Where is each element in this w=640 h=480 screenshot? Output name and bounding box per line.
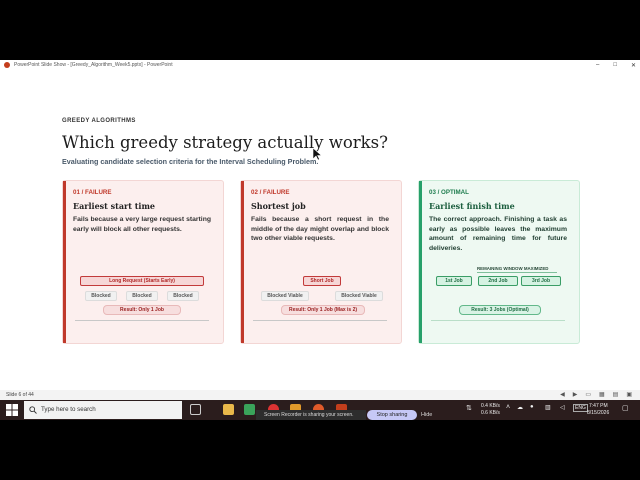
search-icon — [29, 406, 37, 414]
maximize-button[interactable]: □ — [613, 62, 617, 68]
recorder-text: Screen Recorder is sharing your screen. — [264, 412, 354, 418]
clock-time[interactable]: 7:47 PM — [589, 403, 608, 409]
card-body: The correct approach. Finishing a task a… — [429, 216, 567, 252]
slideshow-icon[interactable]: ▣ — [626, 391, 632, 398]
search-placeholder: Type here to search — [41, 406, 96, 413]
card-heading: Shortest job — [251, 201, 306, 211]
card-shortest-job: 02 / FAILURE Shortest job Fails because … — [240, 180, 402, 344]
card-accent-bar — [241, 181, 244, 343]
blocked-viable-job: Blocked Viable — [335, 291, 383, 301]
slide-eyebrow: GREEDY ALGORITHMS — [62, 118, 136, 124]
card-earliest-finish: 03 / OPTIMAL Earliest finish time The co… — [418, 180, 580, 344]
status-bar: Slide 6 of 44 ◀ ▶ ▭ ▦ ▤ ▣ — [0, 390, 640, 400]
next-slide-icon[interactable]: ▶ — [573, 391, 578, 398]
chevron-up-icon[interactable]: ˄ — [506, 404, 510, 411]
result-badge: Result: Only 1 Job — [103, 305, 181, 315]
microphone-icon[interactable]: ● — [530, 404, 534, 410]
window-title-bar: PowerPoint Slide Show - [Greedy_Algorith… — [0, 60, 640, 70]
card-tag: 02 / FAILURE — [251, 189, 290, 196]
result-badge: Result: Only 1 Job (Max is 2) — [281, 305, 365, 315]
hide-button[interactable]: Hide — [421, 410, 432, 420]
timeline-axis — [253, 320, 387, 321]
slide-indicator: Slide 6 of 44 — [6, 392, 34, 398]
blocked-viable-job: Blocked Viable — [261, 291, 309, 301]
card-heading: Earliest start time — [73, 201, 156, 211]
second-job: 2nd Job — [478, 276, 518, 286]
taskbar-search-box[interactable]: Type here to search — [24, 401, 182, 419]
network-speed-arrows-icon: ⇅ — [466, 405, 472, 412]
slide-subtitle: Evaluating candidate selection criteria … — [62, 157, 319, 166]
blocked-job: Blocked — [85, 291, 117, 301]
short-job: Short Job — [303, 276, 341, 286]
slide-title: Which greedy strategy actually works? — [62, 133, 388, 152]
file-explorer-icon[interactable] — [223, 404, 234, 415]
keyboard-language-icon[interactable]: ENG — [573, 404, 588, 412]
screen-recorder-banner: Screen Recorder is sharing your screen. — [256, 410, 366, 420]
first-job: 1st Job — [436, 276, 472, 286]
timeline-axis — [75, 320, 209, 321]
blocked-job: Blocked — [167, 291, 199, 301]
card-tag: 03 / OPTIMAL — [429, 189, 469, 196]
card-accent-bar — [63, 181, 66, 343]
card-accent-bar — [419, 181, 422, 343]
window-title: PowerPoint Slide Show - [Greedy_Algorith… — [14, 62, 173, 68]
slide-sorter-icon[interactable]: ▦ — [599, 391, 605, 398]
powerpoint-app-icon — [4, 62, 10, 68]
normal-view-icon[interactable]: ▭ — [585, 391, 591, 398]
notification-icon[interactable]: ▢ — [622, 404, 629, 412]
download-speed: 0.6 KB/s — [481, 410, 500, 416]
remaining-window-bracket — [477, 272, 557, 273]
onedrive-icon[interactable]: ☁ — [517, 404, 523, 411]
minimize-button[interactable]: – — [596, 62, 599, 68]
upload-speed: 0.4 KB/s — [481, 403, 500, 409]
task-view-icon[interactable] — [190, 404, 201, 415]
long-request-job: Long Request (Starts Early) — [80, 276, 204, 286]
clock-date[interactable]: 8/15/2026 — [587, 410, 609, 416]
result-badge: Result: 3 Jobs (Optimal) — [459, 305, 541, 315]
third-job: 3rd Job — [521, 276, 561, 286]
network-icon[interactable]: ▥ — [545, 404, 551, 411]
stop-sharing-button[interactable]: Stop sharing — [367, 410, 417, 420]
store-icon[interactable] — [244, 404, 255, 415]
card-body: Fails because a very large request start… — [73, 216, 211, 233]
volume-icon[interactable]: ◁ — [560, 404, 565, 411]
previous-slide-icon[interactable]: ◀ — [560, 391, 565, 398]
remaining-window-label: REMAINING WINDOW MAXIMIZED — [477, 266, 549, 271]
close-button[interactable]: ✕ — [631, 62, 636, 69]
card-tag: 01 / FAILURE — [73, 189, 112, 196]
slide: GREEDY ALGORITHMS Which greedy strategy … — [36, 70, 604, 390]
mouse-cursor-icon — [313, 148, 322, 161]
reading-view-icon[interactable]: ▤ — [613, 391, 619, 398]
card-earliest-start: 01 / FAILURE Earliest start time Fails b… — [62, 180, 224, 344]
windows-start-icon[interactable] — [6, 404, 18, 416]
timeline-axis — [431, 320, 565, 321]
card-body: Fails because a short request in the mid… — [251, 216, 389, 242]
card-heading: Earliest finish time — [429, 201, 515, 211]
blocked-job: Blocked — [126, 291, 158, 301]
